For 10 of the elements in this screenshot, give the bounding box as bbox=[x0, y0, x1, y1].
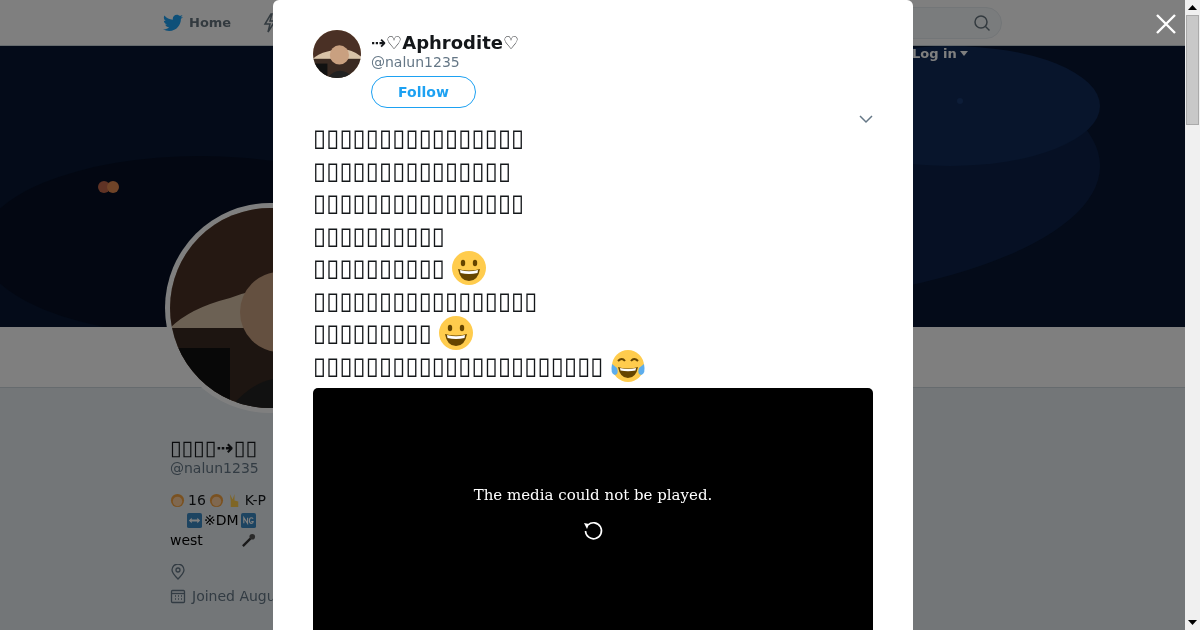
bio-text: K-P bbox=[244, 492, 267, 508]
profile-handle: @nalun1235 bbox=[170, 460, 260, 476]
bio-text: 16 bbox=[188, 492, 206, 508]
tweet-text-line: ▯▯▯▯▯▯▯▯▯▯▯▯▯▯▯▯▯▯▯▯▯▯ bbox=[313, 351, 604, 380]
media-error-message: The media could not be played. bbox=[473, 486, 713, 504]
bio-text: west bbox=[170, 532, 203, 548]
home-link[interactable]: Home bbox=[163, 13, 232, 32]
profile-name: ▯▯▯▯⇢▯▯ bbox=[170, 436, 258, 460]
tweet-text-line: ▯▯▯▯▯▯▯▯▯ bbox=[313, 319, 432, 348]
bio-text: ※DM bbox=[204, 512, 239, 528]
